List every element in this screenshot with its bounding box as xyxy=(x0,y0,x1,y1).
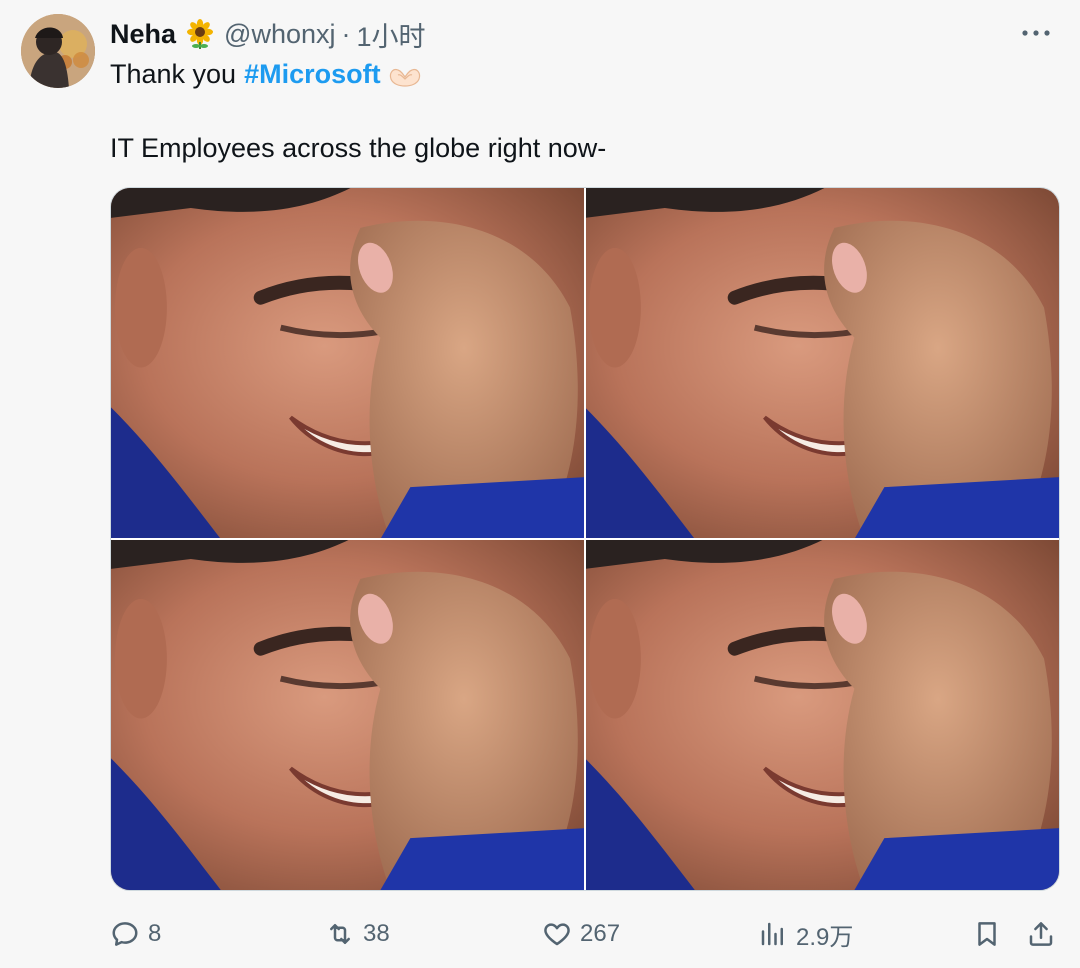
retweet-icon xyxy=(330,924,350,944)
tweet-header: Neha @whonxj · 1小时 xyxy=(110,14,426,54)
display-name[interactable]: Neha xyxy=(110,19,176,50)
views-button[interactable]: 2.9万 xyxy=(758,912,853,956)
reply-button[interactable]: 8 xyxy=(110,912,161,956)
more-icon xyxy=(1022,30,1050,36)
tweet: Neha @whonxj · 1小时 Thank you #Microsoft … xyxy=(0,0,1080,968)
share-icon xyxy=(1029,922,1053,946)
like-count: 267 xyxy=(580,920,621,947)
reply-count: 8 xyxy=(148,920,162,947)
tweet-actions: 8 38 267 2.9万 xyxy=(110,912,1060,956)
views-count: 2.9万 xyxy=(796,923,854,951)
more-options-button[interactable] xyxy=(1016,16,1056,50)
like-button[interactable]: 267 xyxy=(542,912,620,956)
hashtag-link[interactable]: #Microsoft xyxy=(244,56,381,92)
separator-dot: · xyxy=(341,18,351,49)
heart-icon xyxy=(544,923,570,946)
bookmark-icon xyxy=(978,922,996,946)
avatar-image xyxy=(21,14,95,88)
tweet-text: Thank you #Microsoft IT Employees across… xyxy=(110,56,606,166)
bookmark-button[interactable] xyxy=(972,912,1002,956)
share-button[interactable] xyxy=(1026,912,1056,956)
timestamp[interactable]: 1小时 xyxy=(357,15,426,54)
avatar[interactable] xyxy=(21,14,95,88)
heart-hands-icon xyxy=(387,62,423,87)
tweet-line-2: IT Employees across the globe right now- xyxy=(110,133,607,163)
user-handle[interactable]: @whonxj xyxy=(224,19,335,50)
retweet-button[interactable]: 38 xyxy=(325,912,390,956)
views-icon xyxy=(761,922,783,946)
retweet-count: 38 xyxy=(363,920,390,947)
tweet-line-1-text: Thank you xyxy=(110,59,237,89)
tweet-media-image[interactable] xyxy=(110,187,1060,891)
tweet-line-1: Thank you #Microsoft xyxy=(110,56,606,92)
sunflower-icon xyxy=(184,18,216,50)
reply-icon xyxy=(112,922,138,946)
